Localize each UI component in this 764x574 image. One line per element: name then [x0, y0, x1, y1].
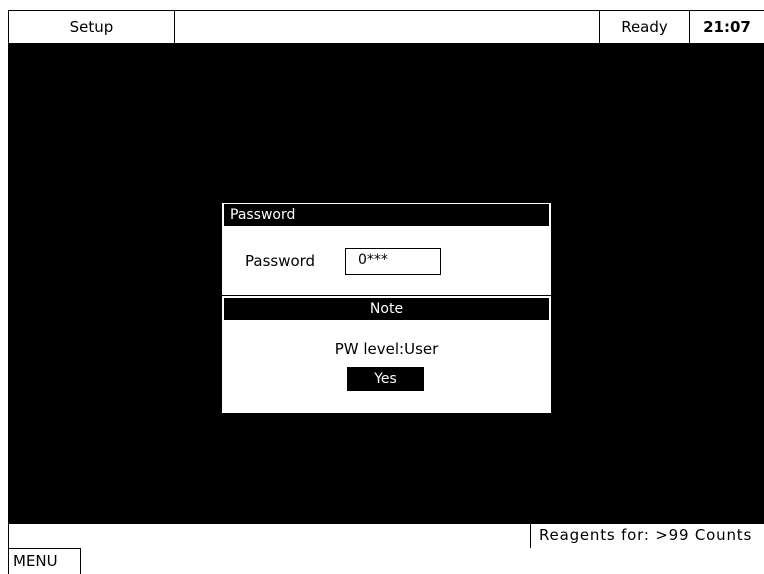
- password-dialog-title: Password: [224, 204, 549, 226]
- reagents-status: Reagents for: >99 Counts: [539, 526, 753, 544]
- yes-button[interactable]: Yes: [347, 367, 424, 391]
- bottom-status-bar: Reagents for: >99 Counts: [8, 523, 764, 548]
- note-dialog-title: Note: [224, 298, 549, 320]
- password-input[interactable]: [345, 248, 441, 275]
- footer-spacer: [9, 524, 531, 548]
- password-field-label: Password: [245, 252, 316, 270]
- note-dialog: Note PW level:User Yes: [222, 296, 551, 413]
- menu-button[interactable]: MENU: [8, 548, 81, 574]
- password-dialog: Password Password: [222, 203, 551, 295]
- note-message: PW level:User: [334, 340, 439, 358]
- screen-title-setup[interactable]: Setup: [9, 11, 175, 43]
- top-status-bar: Setup Ready 21:07: [8, 10, 764, 43]
- instrument-status: Ready: [600, 11, 690, 43]
- clock: 21:07: [703, 18, 751, 36]
- header-spacer: [175, 11, 600, 43]
